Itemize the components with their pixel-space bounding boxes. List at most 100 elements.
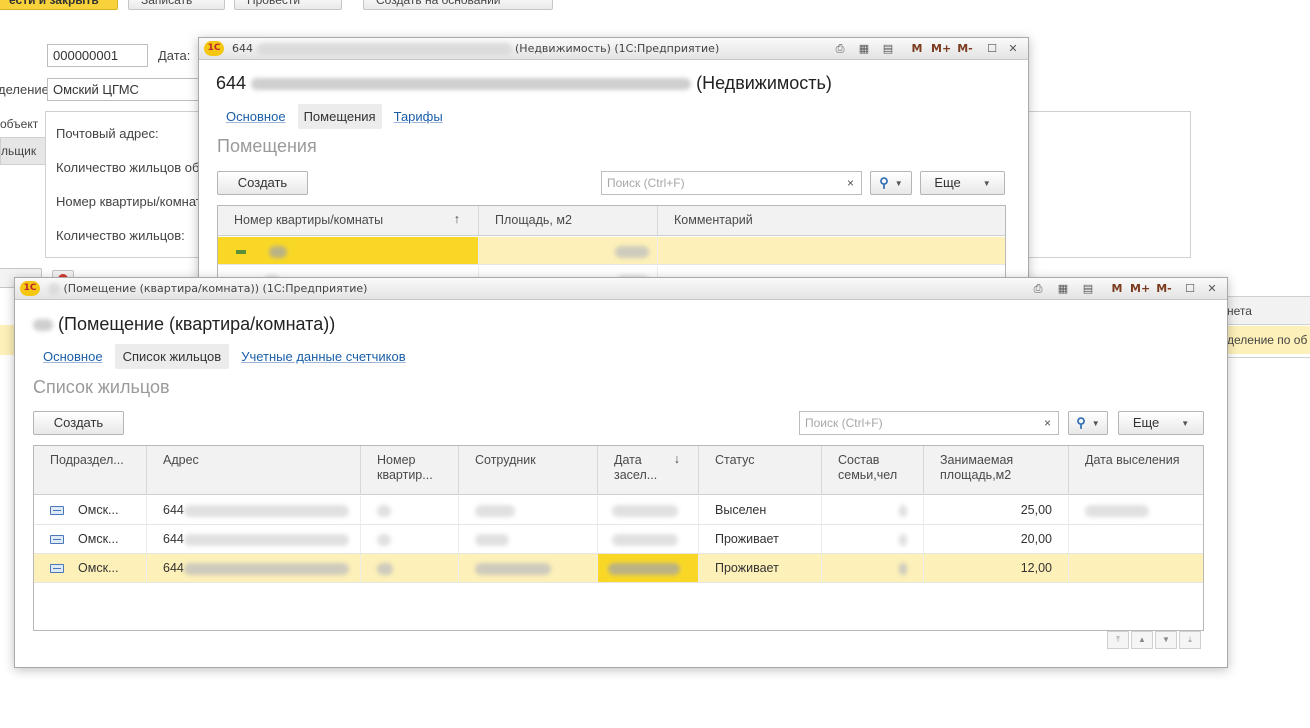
obscured-address [183, 562, 349, 575]
post-button[interactable]: Провести [234, 0, 342, 10]
rooms-section-title: Помещения [217, 136, 317, 156]
table-row[interactable]: Омск... 644 Выселен 25,00 [34, 496, 1203, 525]
realty-titlebar: 1С 644 (Недвижимость) (1С:Предприятие) ⎙… [199, 38, 1028, 60]
column-header-room-number[interactable]: Номер квартиры/комнаты ↑ [218, 206, 479, 235]
obscured-date [1085, 504, 1149, 517]
tab-residents[interactable]: Список жильцов [114, 344, 230, 369]
table-row[interactable]: Омск... 644 Проживает 20,00 [34, 525, 1203, 554]
print-icon[interactable]: ⎙ [1031, 281, 1045, 297]
obscured-date [612, 504, 678, 517]
cell-area: 12,00 [924, 554, 1069, 582]
memory-minus-button[interactable]: M- [955, 41, 975, 57]
residents-table-header: Подраздел... Адрес Номер квартир... Сотр… [34, 446, 1203, 495]
title-prefix: 644 [232, 42, 253, 55]
division-field[interactable]: Омский ЦГМС [47, 78, 202, 101]
memory-minus-button[interactable]: M- [1154, 281, 1174, 297]
column-header-employee[interactable]: Сотрудник [459, 446, 598, 494]
side-tab-payer[interactable]: льщик [0, 137, 46, 165]
table-row[interactable]: деление по об [1227, 326, 1310, 354]
create-resident-button[interactable]: Создать [33, 411, 124, 435]
obscured-apartment [377, 533, 391, 546]
column-header-status[interactable]: Статус [699, 446, 822, 494]
scroll-up-icon[interactable]: ▲ [1131, 631, 1153, 649]
dropdown-icon: ▼ [894, 178, 903, 188]
dropdown-icon: ▼ [1181, 418, 1190, 428]
column-header-area[interactable]: Занимаемая площадь,м2 [924, 446, 1069, 494]
column-header-move-in-date[interactable]: Дата засел... ↓ [598, 446, 699, 494]
rooms-table-header: Номер квартиры/комнаты ↑ Площадь, м2 Ком… [218, 206, 1005, 236]
postal-address-label: Почтовый адрес: [56, 126, 159, 141]
tab-main[interactable]: Основное [220, 104, 292, 129]
apartment-number-label: Номер квартиры/комнат [56, 194, 202, 209]
memory-plus-button[interactable]: M+ [1130, 281, 1150, 297]
column-header-apartment[interactable]: Номер квартир... [361, 446, 459, 494]
cell-status: Проживает [699, 554, 822, 582]
tab-main[interactable]: Основное [37, 344, 109, 369]
base-right-header: нета [1227, 304, 1252, 318]
table-row[interactable]: Омск... 644 Проживает 12,00 [34, 554, 1203, 583]
table-row[interactable] [218, 237, 1005, 265]
document-icon [50, 564, 64, 574]
column-header-area[interactable]: Площадь, м2 [479, 206, 658, 235]
obscured-address [183, 533, 349, 546]
post-and-close-button[interactable]: ести и закрыть [0, 0, 118, 10]
save-button[interactable]: Записать [128, 0, 225, 10]
create-room-button[interactable]: Создать [217, 171, 308, 195]
number-field[interactable]: 000000001 [47, 44, 148, 67]
create-based-on-button[interactable]: Создать на основании [363, 0, 553, 10]
search-button[interactable]: ⚲ ▼ [870, 171, 912, 195]
print-icon[interactable]: ⎙ [833, 41, 847, 57]
residents-table: Подраздел... Адрес Номер квартир... Сотр… [33, 445, 1204, 631]
residents-search-input[interactable]: Поиск (Ctrl+F) [799, 411, 1038, 435]
rooms-search-input[interactable]: Поиск (Ctrl+F) [601, 171, 841, 195]
app-logo-icon: 1С [204, 41, 224, 56]
calendar-icon[interactable]: ▤ [881, 41, 895, 57]
clear-search-icon[interactable]: × [840, 171, 862, 195]
obscured-date [608, 562, 680, 575]
cell-status: Проживает [699, 525, 822, 553]
scroll-first-icon[interactable]: ⤒ [1107, 631, 1129, 649]
more-button[interactable]: Еще ▼ [1118, 411, 1204, 435]
calculator-icon[interactable]: ▦ [1056, 281, 1070, 297]
column-header-family-size[interactable]: Состав семьи,чел [822, 446, 924, 494]
obscured-family-size [899, 533, 907, 546]
scroll-down-icon[interactable]: ▼ [1155, 631, 1177, 649]
column-header-division[interactable]: Подраздел... [34, 446, 147, 494]
cell-division: Омск... [78, 503, 119, 517]
maximize-icon[interactable]: ☐ [1183, 281, 1197, 297]
tab-rooms[interactable]: Помещения [297, 104, 382, 129]
obscured-room-number [269, 245, 288, 258]
sort-asc-icon: ↑ [453, 212, 460, 226]
obscured-employee [475, 562, 551, 575]
close-icon[interactable]: ✕ [1006, 41, 1020, 57]
memory-button[interactable]: M [911, 41, 923, 57]
calendar-icon[interactable]: ▤ [1081, 281, 1095, 297]
clear-search-icon[interactable]: × [1037, 411, 1059, 435]
column-header-move-out-date[interactable]: Дата выселения [1069, 446, 1203, 494]
heading-prefix: 644 [216, 73, 247, 93]
heading-suffix: (Недвижимость) [696, 73, 832, 93]
tab-meters[interactable]: Учетные данные счетчиков [235, 344, 411, 369]
realty-tabs: Основное Помещения Тарифы [220, 104, 449, 129]
obscured-family-size [899, 562, 907, 575]
tab-tariffs[interactable]: Тарифы [388, 104, 449, 129]
search-button[interactable]: ⚲ ▼ [1068, 411, 1108, 435]
column-header-address[interactable]: Адрес [147, 446, 361, 494]
cell-division: Омск... [78, 561, 119, 575]
cell-division: Омск... [78, 532, 119, 546]
scroll-last-icon[interactable]: ⤓ [1179, 631, 1201, 649]
room-titlebar: 1С (Помещение (квартира/комната)) (1С:Пр… [15, 278, 1227, 300]
dropdown-icon: ▼ [982, 178, 991, 188]
close-icon[interactable]: ✕ [1205, 281, 1219, 297]
obscured-apartment [377, 562, 393, 575]
obscured-address [251, 78, 692, 91]
memory-plus-button[interactable]: M+ [931, 41, 951, 57]
residents-total-label: Количество жильцов об [56, 160, 200, 175]
side-tab-object[interactable]: объект [0, 111, 46, 137]
memory-button[interactable]: M [1111, 281, 1123, 297]
more-button[interactable]: Еще ▼ [920, 171, 1005, 195]
more-label: Еще [1132, 415, 1160, 430]
column-header-comment[interactable]: Комментарий [658, 206, 1005, 235]
maximize-icon[interactable]: ☐ [985, 41, 999, 57]
calculator-icon[interactable]: ▦ [857, 41, 871, 57]
